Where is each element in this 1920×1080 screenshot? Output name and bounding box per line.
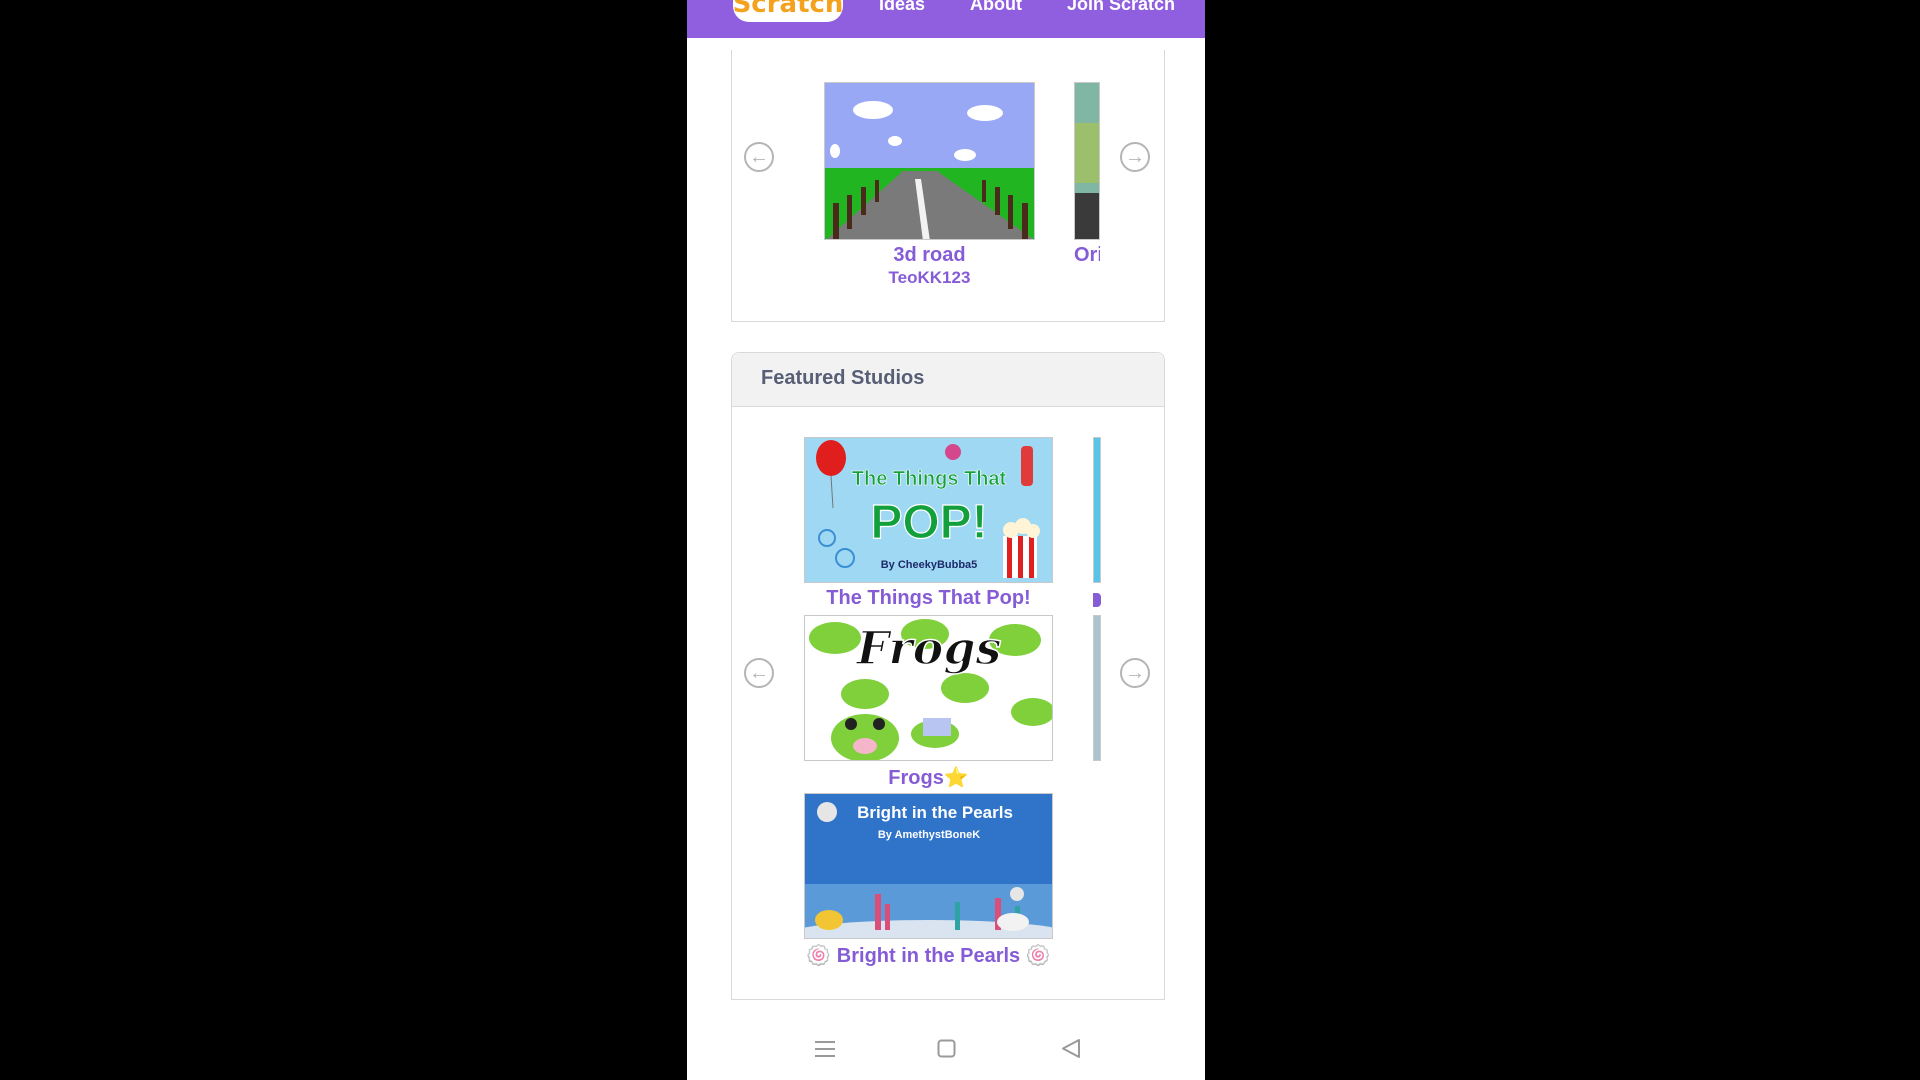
arrow-right-circle-icon[interactable]: → (1120, 142, 1150, 172)
project-thumbnail-partial[interactable] (1074, 82, 1100, 240)
studio-thumbnail[interactable]: The Things That POP! By CheekyBubba5 (804, 437, 1053, 583)
thumb-title: Bright in the Pearls (857, 803, 1013, 822)
studio-title[interactable]: The Things That Pop! (804, 587, 1053, 610)
arrow-left-circle-icon[interactable]: ← (744, 658, 774, 688)
road-image (825, 83, 1034, 239)
android-navigation-bar (687, 1016, 1205, 1080)
featured-studios-header: Featured Studios (732, 353, 1164, 407)
featured-projects-panel: ← 3d road TeoKK123 Or → (731, 50, 1165, 322)
studio-thumbnail-partial[interactable] (1093, 615, 1101, 761)
nav-about[interactable]: About (970, 0, 1022, 15)
featured-studios-heading: Featured Studios (761, 367, 925, 389)
featured-studios-panel: Featured Studios ← → The Things That POP… (731, 352, 1165, 1000)
studio-title[interactable]: Frogs⭐ (804, 765, 1053, 790)
studio-thumbnail-partial[interactable] (1093, 437, 1101, 583)
scratch-logo[interactable]: Scratch (733, 0, 843, 22)
project-title[interactable]: 3d road (824, 244, 1035, 267)
top-navigation-bar: Scratch Ideas About Join Scratch (687, 0, 1205, 38)
nav-join-scratch[interactable]: Join Scratch (1067, 0, 1175, 15)
phone-screen: Scratch Ideas About Join Scratch ← 3d ro… (687, 0, 1205, 1080)
arrow-right-circle-icon[interactable]: → (1120, 658, 1150, 688)
studio-thumbnail[interactable]: Frogs (804, 615, 1053, 761)
pearls-studio-image: Bright in the Pearls By AmethystBoneK (805, 794, 1052, 938)
home-square-icon[interactable] (937, 1039, 956, 1058)
project-author[interactable]: TeoKK123 (824, 268, 1035, 288)
nav-ideas[interactable]: Ideas (879, 0, 925, 15)
thumb-title-line2: POP! (870, 496, 987, 549)
back-triangle-icon[interactable] (1061, 1038, 1081, 1059)
studio-title-partial[interactable] (1093, 593, 1101, 607)
frogs-studio-image: Frogs (805, 616, 1052, 760)
logo-text: Scratch (732, 0, 844, 19)
menu-icon[interactable] (815, 1040, 835, 1058)
studio-title[interactable]: 🍥 Bright in the Pearls 🍥 (784, 943, 1073, 968)
project-title-partial[interactable]: Ori (1074, 244, 1100, 267)
studio-thumbnail[interactable]: Bright in the Pearls By AmethystBoneK (804, 793, 1053, 939)
arrow-left-circle-icon[interactable]: ← (744, 142, 774, 172)
thumb-title-line1: The Things That (852, 468, 1007, 490)
project-thumbnail[interactable] (824, 82, 1035, 240)
thumb-byline: By CheekyBubba5 (881, 559, 978, 571)
thumb-byline: By AmethystBoneK (878, 829, 980, 841)
pop-studio-image: The Things That POP! By CheekyBubba5 (805, 438, 1052, 582)
thumb-title: Frogs (855, 621, 1002, 675)
partial-project-image (1075, 83, 1099, 239)
